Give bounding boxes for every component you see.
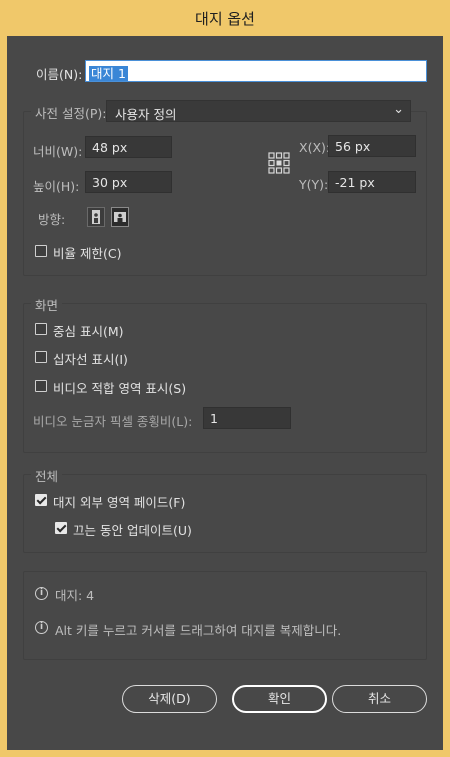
window-titlebar: 대지 옵션	[0, 0, 450, 36]
y-input[interactable]: -21 px	[328, 171, 416, 193]
display-group-title: 화면	[31, 295, 63, 314]
fade-region-label: 대지 외부 영역 페이드(F)	[53, 495, 186, 510]
update-drag-label: 끄는 동안 업데이트(U)	[73, 523, 192, 538]
x-label: X(X):	[299, 140, 331, 155]
height-input[interactable]: 30 px	[85, 171, 172, 193]
center-mark-label: 중심 표시(M)	[53, 324, 124, 339]
preset-select-value: 사용자 정의	[115, 107, 177, 122]
video-safe-checkbox[interactable]	[35, 380, 47, 392]
preset-label: 사전 설정(P):	[31, 103, 111, 122]
preset-select[interactable]: 사용자 정의 ⌄	[106, 100, 411, 122]
cross-hairs-checkbox[interactable]	[35, 351, 47, 363]
cross-hairs-label: 십자선 표시(I)	[53, 352, 128, 367]
global-group-title: 전체	[31, 466, 63, 485]
info-icon: i	[35, 587, 48, 600]
artboard-options-dialog: 이름(N): 대지 1 사전 설정(P): 사용자 정의 ⌄ 너비(W): 48…	[7, 36, 443, 750]
cancel-button[interactable]: 취소	[332, 685, 427, 713]
update-drag-checkbox[interactable]	[55, 522, 67, 534]
landscape-button[interactable]	[111, 207, 129, 227]
name-label: 이름(N):	[36, 67, 83, 82]
pixel-aspect-label: 비디오 눈금자 픽셀 종횡비(L):	[33, 414, 193, 429]
constrain-checkbox[interactable]	[35, 245, 47, 257]
landscape-icon	[114, 212, 126, 222]
width-label: 너비(W):	[33, 144, 83, 159]
constrain-label: 비율 제한(C)	[53, 246, 122, 261]
fade-region-checkbox[interactable]	[35, 494, 47, 506]
delete-button[interactable]: 삭제(D)	[122, 685, 217, 713]
chevron-down-icon: ⌄	[393, 102, 404, 117]
info-icon: i	[35, 621, 48, 634]
center-mark-checkbox[interactable]	[35, 323, 47, 335]
window-title: 대지 옵션	[195, 9, 255, 28]
width-input[interactable]: 48 px	[85, 136, 172, 158]
x-input[interactable]: 56 px	[328, 135, 416, 157]
ok-button[interactable]: 확인	[232, 685, 327, 713]
name-input[interactable]: 대지 1	[85, 60, 427, 82]
global-group	[23, 474, 427, 553]
video-safe-label: 비디오 적합 영역 표시(S)	[53, 381, 187, 396]
name-input-value: 대지 1	[89, 66, 128, 81]
orientation-label: 방향:	[38, 212, 66, 227]
duplicate-hint: Alt 키를 누르고 커서를 드래그하여 대지를 복제합니다.	[55, 623, 342, 638]
artboard-count: 대지: 4	[55, 588, 95, 603]
height-label: 높이(H):	[33, 179, 80, 194]
reference-point-icon[interactable]	[268, 152, 290, 174]
portrait-button[interactable]	[87, 207, 105, 227]
pixel-aspect-input[interactable]: 1	[203, 407, 291, 429]
portrait-icon	[92, 210, 100, 224]
y-label: Y(Y):	[299, 177, 329, 192]
